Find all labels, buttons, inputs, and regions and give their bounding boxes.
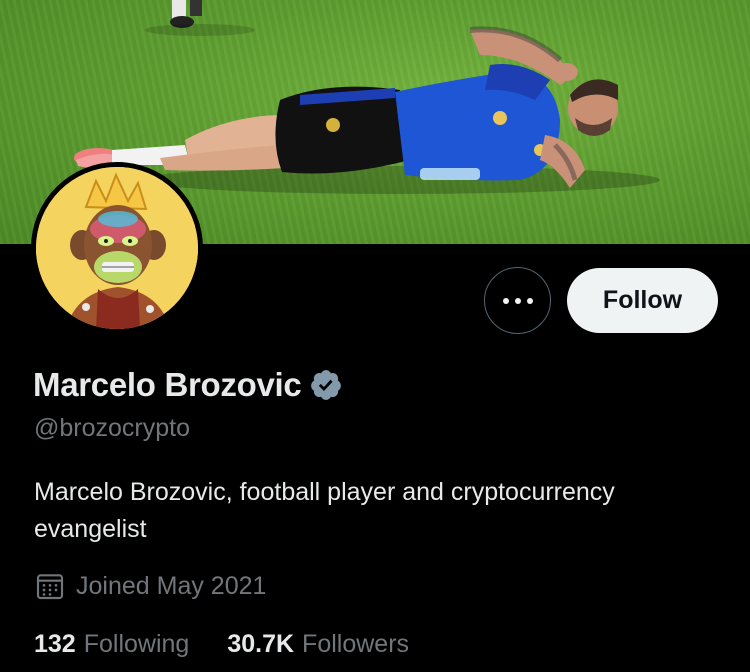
verified-badge-icon[interactable]	[309, 368, 343, 402]
follow-button[interactable]: Follow	[567, 268, 718, 333]
ape-avatar-image	[36, 167, 198, 329]
followers-link[interactable]: 30.7K Followers	[227, 630, 409, 659]
following-count: 132	[34, 630, 76, 658]
more-options-button[interactable]	[484, 267, 551, 334]
joined-label: Joined May 2021	[76, 571, 267, 600]
joined-date: Joined May 2021	[34, 570, 266, 602]
profile-bio: Marcelo Brozovic, football player and cr…	[34, 478, 615, 543]
name-row: Marcelo Brozovic	[33, 366, 343, 404]
display-name: Marcelo Brozovic	[33, 366, 302, 403]
followers-label: Followers	[302, 630, 410, 658]
followers-count: 30.7K	[227, 630, 295, 658]
more-horizontal-icon	[502, 297, 533, 304]
profile-avatar[interactable]	[31, 162, 203, 334]
following-label: Following	[83, 630, 190, 658]
profile-handle: @brozocrypto	[34, 414, 190, 442]
following-link[interactable]: 132 Following	[34, 630, 189, 659]
follow-stats: 132 Following 30.7K Followers	[34, 630, 409, 659]
calendar-icon	[36, 574, 64, 600]
